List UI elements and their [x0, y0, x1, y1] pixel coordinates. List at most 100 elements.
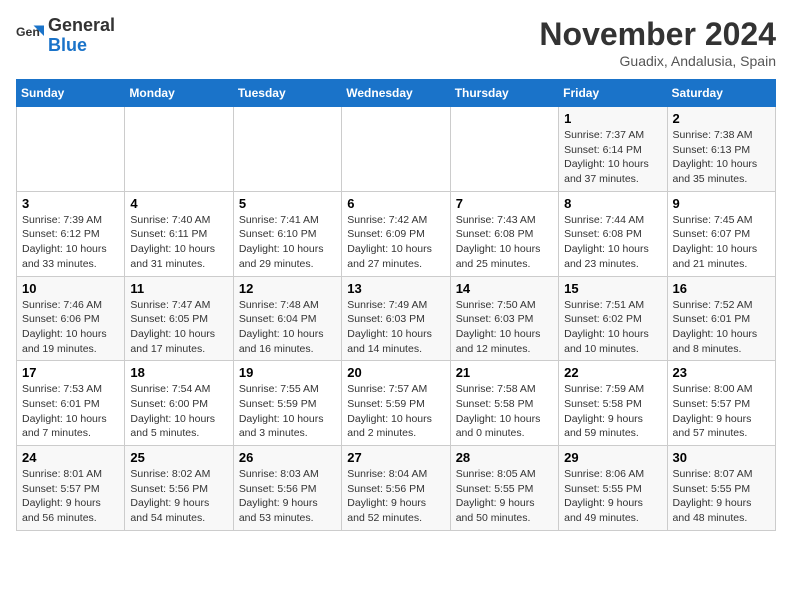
- day-info: Sunrise: 7:40 AM Sunset: 6:11 PM Dayligh…: [130, 213, 227, 272]
- day-number: 10: [22, 281, 119, 296]
- logo-line2: Blue: [48, 36, 115, 56]
- day-number: 15: [564, 281, 661, 296]
- calendar-cell: 27 Sunrise: 8:04 AM Sunset: 5:56 PM Dayli…: [342, 446, 450, 531]
- weekday-header-row: SundayMondayTuesdayWednesdayThursdayFrid…: [17, 80, 776, 107]
- day-number: 14: [456, 281, 553, 296]
- day-number: 9: [673, 196, 770, 211]
- day-info: Sunrise: 8:04 AM Sunset: 5:56 PM Dayligh…: [347, 467, 444, 526]
- day-number: 30: [673, 450, 770, 465]
- day-number: 17: [22, 365, 119, 380]
- calendar-week-row: 3 Sunrise: 7:39 AM Sunset: 6:12 PM Daylig…: [17, 191, 776, 276]
- day-info: Sunrise: 7:37 AM Sunset: 6:14 PM Dayligh…: [564, 128, 661, 187]
- day-number: 3: [22, 196, 119, 211]
- day-info: Sunrise: 7:46 AM Sunset: 6:06 PM Dayligh…: [22, 298, 119, 357]
- day-number: 11: [130, 281, 227, 296]
- page-header: Gen General Blue November 2024 Guadix, A…: [16, 16, 776, 69]
- weekday-header: Thursday: [450, 80, 558, 107]
- day-number: 26: [239, 450, 336, 465]
- calendar-cell: 30 Sunrise: 8:07 AM Sunset: 5:55 PM Dayli…: [667, 446, 775, 531]
- day-info: Sunrise: 7:41 AM Sunset: 6:10 PM Dayligh…: [239, 213, 336, 272]
- calendar-cell: 28Sunrise: 8:05 AM Sunset: 5:55 PM Dayli…: [450, 446, 558, 531]
- day-info: Sunrise: 8:02 AM Sunset: 5:56 PM Dayligh…: [130, 467, 227, 526]
- day-info: Sunrise: 7:43 AM Sunset: 6:08 PM Dayligh…: [456, 213, 553, 272]
- day-info: Sunrise: 7:55 AM Sunset: 5:59 PM Dayligh…: [239, 382, 336, 441]
- day-number: 8: [564, 196, 661, 211]
- day-info: Sunrise: 7:52 AM Sunset: 6:01 PM Dayligh…: [673, 298, 770, 357]
- calendar-cell: 9 Sunrise: 7:45 AM Sunset: 6:07 PM Daylig…: [667, 191, 775, 276]
- calendar-cell: 6 Sunrise: 7:42 AM Sunset: 6:09 PM Daylig…: [342, 191, 450, 276]
- day-number: 1: [564, 111, 661, 126]
- calendar-cell: 11 Sunrise: 7:47 AM Sunset: 6:05 PM Dayli…: [125, 276, 233, 361]
- title-block: November 2024 Guadix, Andalusia, Spain: [539, 16, 776, 69]
- calendar-cell: 20 Sunrise: 7:57 AM Sunset: 5:59 PM Dayli…: [342, 361, 450, 446]
- weekday-header: Sunday: [17, 80, 125, 107]
- day-info: Sunrise: 7:47 AM Sunset: 6:05 PM Dayligh…: [130, 298, 227, 357]
- calendar-cell: 7 Sunrise: 7:43 AM Sunset: 6:08 PM Daylig…: [450, 191, 558, 276]
- day-info: Sunrise: 7:42 AM Sunset: 6:09 PM Dayligh…: [347, 213, 444, 272]
- day-info: Sunrise: 7:38 AM Sunset: 6:13 PM Dayligh…: [673, 128, 770, 187]
- day-number: 22: [564, 365, 661, 380]
- calendar-cell: 23 Sunrise: 8:00 AM Sunset: 5:57 PM Dayli…: [667, 361, 775, 446]
- day-info: Sunrise: 7:58 AM Sunset: 5:58 PM Dayligh…: [456, 382, 553, 441]
- day-info: Sunrise: 7:50 AM Sunset: 6:03 PM Dayligh…: [456, 298, 553, 357]
- day-info: Sunrise: 8:05 AM Sunset: 5:55 PM Dayligh…: [456, 467, 553, 526]
- calendar-cell: 12 Sunrise: 7:48 AM Sunset: 6:04 PM Dayli…: [233, 276, 341, 361]
- calendar-week-row: 17Sunrise: 7:53 AM Sunset: 6:01 PM Dayli…: [17, 361, 776, 446]
- calendar-cell: 3 Sunrise: 7:39 AM Sunset: 6:12 PM Daylig…: [17, 191, 125, 276]
- day-number: 7: [456, 196, 553, 211]
- calendar-cell: [233, 107, 341, 192]
- day-number: 27: [347, 450, 444, 465]
- calendar-cell: 19 Sunrise: 7:55 AM Sunset: 5:59 PM Dayli…: [233, 361, 341, 446]
- day-info: Sunrise: 8:00 AM Sunset: 5:57 PM Dayligh…: [673, 382, 770, 441]
- day-info: Sunrise: 7:59 AM Sunset: 5:58 PM Dayligh…: [564, 382, 661, 441]
- day-number: 12: [239, 281, 336, 296]
- calendar-cell: 22 Sunrise: 7:59 AM Sunset: 5:58 PM Dayli…: [559, 361, 667, 446]
- day-number: 6: [347, 196, 444, 211]
- day-number: 4: [130, 196, 227, 211]
- calendar-cell: 16Sunrise: 7:52 AM Sunset: 6:01 PM Dayli…: [667, 276, 775, 361]
- day-info: Sunrise: 7:39 AM Sunset: 6:12 PM Dayligh…: [22, 213, 119, 272]
- calendar-cell: 21 Sunrise: 7:58 AM Sunset: 5:58 PM Dayli…: [450, 361, 558, 446]
- logo: Gen General Blue: [16, 16, 115, 56]
- calendar-week-row: 24 Sunrise: 8:01 AM Sunset: 5:57 PM Dayli…: [17, 446, 776, 531]
- calendar-cell: 14 Sunrise: 7:50 AM Sunset: 6:03 PM Dayli…: [450, 276, 558, 361]
- calendar-cell: 24 Sunrise: 8:01 AM Sunset: 5:57 PM Dayli…: [17, 446, 125, 531]
- day-number: 23: [673, 365, 770, 380]
- day-info: Sunrise: 7:57 AM Sunset: 5:59 PM Dayligh…: [347, 382, 444, 441]
- calendar-table: SundayMondayTuesdayWednesdayThursdayFrid…: [16, 79, 776, 531]
- calendar-cell: 29 Sunrise: 8:06 AM Sunset: 5:55 PM Dayli…: [559, 446, 667, 531]
- day-info: Sunrise: 8:03 AM Sunset: 5:56 PM Dayligh…: [239, 467, 336, 526]
- calendar-cell: 13 Sunrise: 7:49 AM Sunset: 6:03 PM Dayli…: [342, 276, 450, 361]
- day-info: Sunrise: 7:45 AM Sunset: 6:07 PM Dayligh…: [673, 213, 770, 272]
- day-number: 5: [239, 196, 336, 211]
- calendar-cell: 10 Sunrise: 7:46 AM Sunset: 6:06 PM Dayli…: [17, 276, 125, 361]
- day-info: Sunrise: 7:54 AM Sunset: 6:00 PM Dayligh…: [130, 382, 227, 441]
- day-info: Sunrise: 7:49 AM Sunset: 6:03 PM Dayligh…: [347, 298, 444, 357]
- logo-line1: General: [48, 16, 115, 36]
- day-info: Sunrise: 8:01 AM Sunset: 5:57 PM Dayligh…: [22, 467, 119, 526]
- calendar-cell: 17Sunrise: 7:53 AM Sunset: 6:01 PM Dayli…: [17, 361, 125, 446]
- weekday-header: Saturday: [667, 80, 775, 107]
- calendar-cell: [450, 107, 558, 192]
- calendar-week-row: 10 Sunrise: 7:46 AM Sunset: 6:06 PM Dayli…: [17, 276, 776, 361]
- day-number: 20: [347, 365, 444, 380]
- day-info: Sunrise: 7:51 AM Sunset: 6:02 PM Dayligh…: [564, 298, 661, 357]
- day-number: 13: [347, 281, 444, 296]
- day-number: 24: [22, 450, 119, 465]
- day-number: 2: [673, 111, 770, 126]
- day-info: Sunrise: 7:48 AM Sunset: 6:04 PM Dayligh…: [239, 298, 336, 357]
- calendar-cell: 15 Sunrise: 7:51 AM Sunset: 6:02 PM Dayli…: [559, 276, 667, 361]
- day-number: 18: [130, 365, 227, 380]
- day-number: 19: [239, 365, 336, 380]
- weekday-header: Wednesday: [342, 80, 450, 107]
- calendar-cell: 4 Sunrise: 7:40 AM Sunset: 6:11 PM Daylig…: [125, 191, 233, 276]
- day-number: 29: [564, 450, 661, 465]
- day-info: Sunrise: 8:07 AM Sunset: 5:55 PM Dayligh…: [673, 467, 770, 526]
- calendar-week-row: 1 Sunrise: 7:37 AM Sunset: 6:14 PM Daylig…: [17, 107, 776, 192]
- calendar-cell: 5 Sunrise: 7:41 AM Sunset: 6:10 PM Daylig…: [233, 191, 341, 276]
- calendar-cell: 8Sunrise: 7:44 AM Sunset: 6:08 PM Daylig…: [559, 191, 667, 276]
- calendar-cell: 1 Sunrise: 7:37 AM Sunset: 6:14 PM Daylig…: [559, 107, 667, 192]
- day-number: 21: [456, 365, 553, 380]
- day-info: Sunrise: 8:06 AM Sunset: 5:55 PM Dayligh…: [564, 467, 661, 526]
- calendar-cell: 25Sunrise: 8:02 AM Sunset: 5:56 PM Dayli…: [125, 446, 233, 531]
